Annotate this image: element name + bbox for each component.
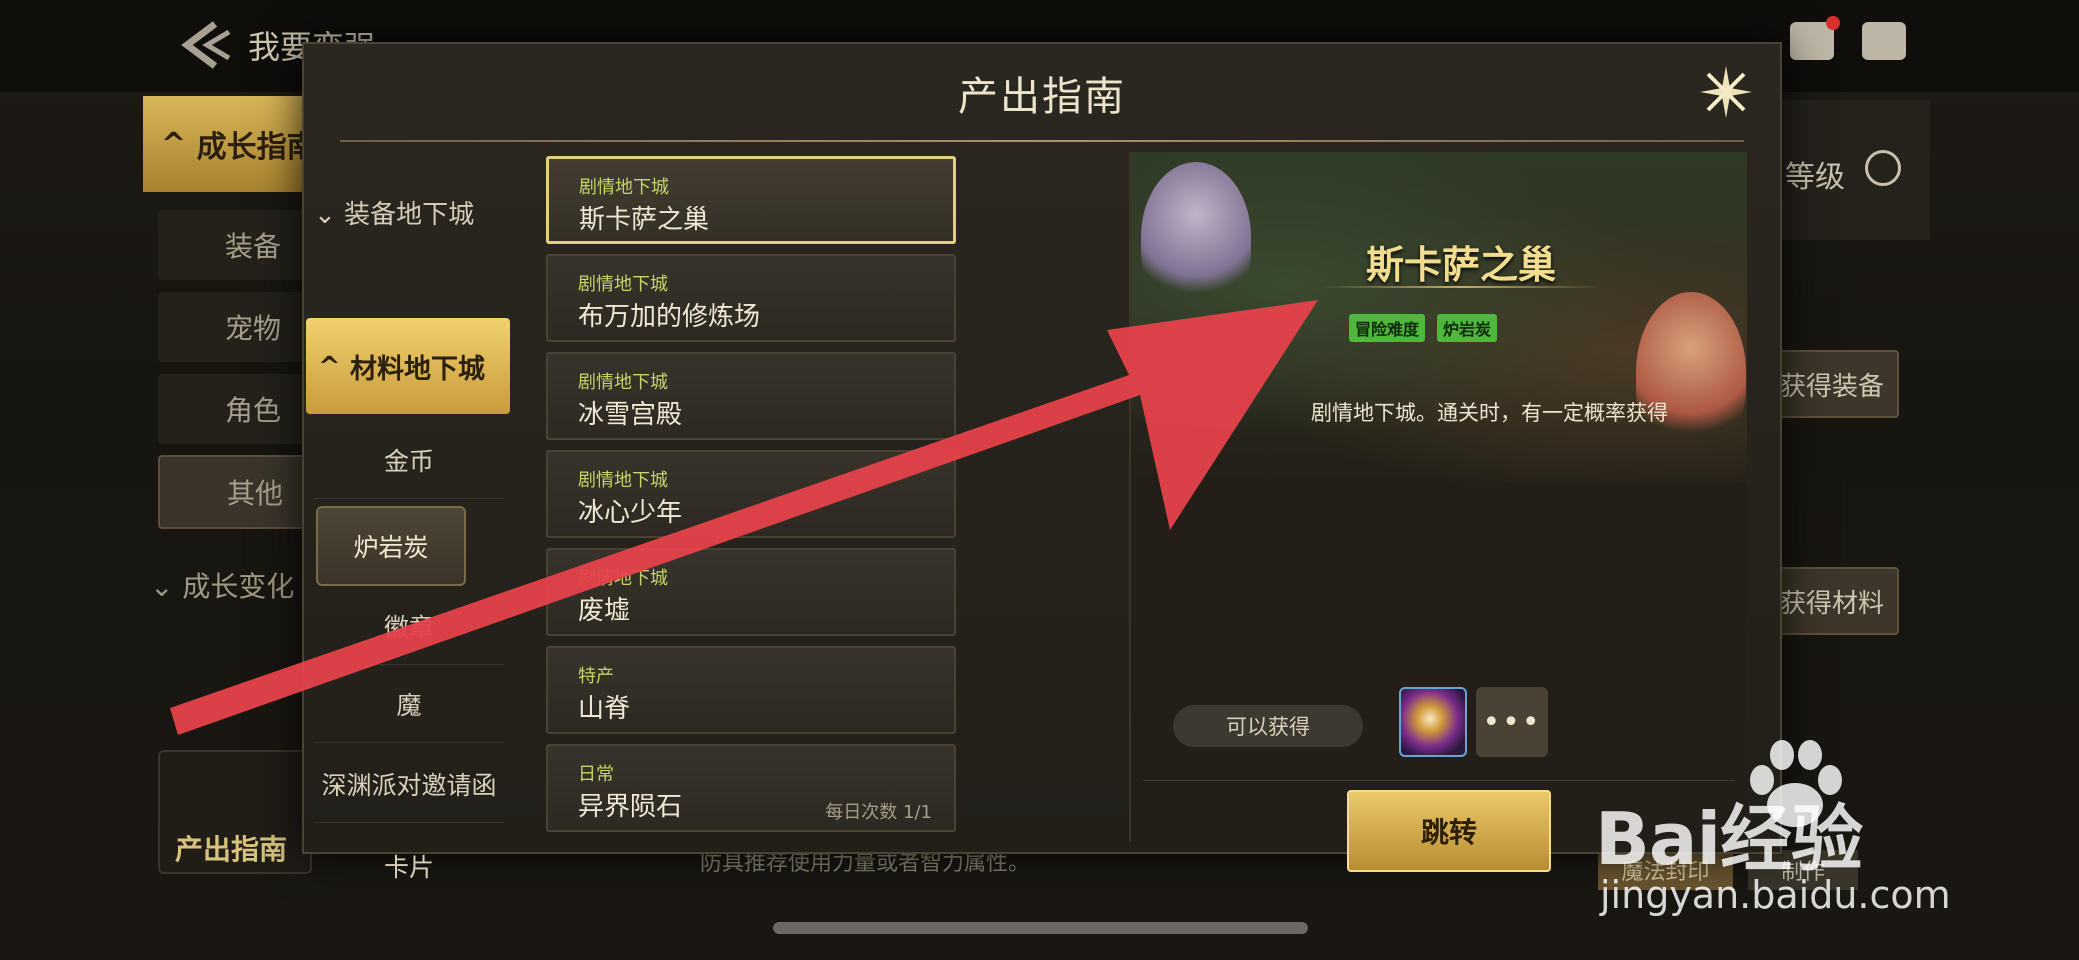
dungeon-type: 剧情地下城 bbox=[578, 470, 668, 491]
mail-icon[interactable] bbox=[1790, 16, 1840, 60]
dungeon-name: 布万加的修炼场 bbox=[578, 302, 761, 332]
back-arrow-icon[interactable] bbox=[175, 18, 235, 72]
chevron-up-icon: ^ bbox=[161, 126, 197, 162]
subcategory-magic[interactable]: 魔 bbox=[314, 666, 504, 743]
jump-button[interactable]: 跳转 bbox=[1347, 790, 1551, 872]
dungeon-detail-panel: 斯卡萨之巢 冒险难度 炉岩炭 剧情地下城。通关时，有一定概率获得 可以获得 ••… bbox=[1129, 152, 1747, 842]
close-icon[interactable] bbox=[1696, 62, 1756, 122]
subcategory-badge[interactable]: 徽章 bbox=[314, 588, 504, 665]
level-label: 等级 bbox=[1785, 160, 1845, 195]
title-divider bbox=[340, 140, 1744, 142]
category-equip-dungeon[interactable]: ⌄ 装备地下城 bbox=[314, 194, 474, 231]
chevron-up-icon: ^ bbox=[318, 350, 351, 382]
dungeon-item[interactable]: 剧情地下城 布万加的修炼场 bbox=[546, 254, 956, 342]
top-right-icons bbox=[1790, 16, 1934, 64]
dungeon-name: 废墟 bbox=[578, 596, 631, 626]
more-rewards-button[interactable]: ••• bbox=[1476, 687, 1548, 757]
dungeon-type: 日常 bbox=[578, 764, 614, 785]
dungeon-name: 冰雪宫殿 bbox=[578, 400, 683, 430]
subcategory-lava-coal[interactable]: 炉岩炭 bbox=[316, 506, 466, 586]
home-indicator[interactable] bbox=[773, 922, 1308, 934]
dungeon-item[interactable]: 日常 异界陨石 每日次数 1/1 bbox=[546, 744, 956, 832]
category-material-dungeon[interactable]: ^ 材料地下城 bbox=[306, 318, 510, 414]
dungeon-list[interactable]: 剧情地下城 斯卡萨之巢 剧情地下城 布万加的修炼场 剧情地下城 冰雪宫殿 剧情地… bbox=[544, 156, 964, 836]
production-guide-modal: 产出指南 ⌄ 装备地下城 ^ 材料地下城 金币 炉岩炭 徽章 魔 深渊派对邀请函… bbox=[302, 42, 1782, 882]
dungeon-item[interactable]: 剧情地下城 斯卡萨之巢 bbox=[546, 156, 956, 244]
dungeon-item[interactable]: 剧情地下城 废墟 bbox=[546, 548, 956, 636]
get-material-button[interactable]: 获得材料 bbox=[1765, 567, 1899, 635]
dungeon-item[interactable]: 剧情地下城 冰雪宫殿 bbox=[546, 352, 956, 440]
material-tag: 炉岩炭 bbox=[1437, 314, 1498, 342]
watermark-site: jingyan.baidu.com bbox=[1600, 873, 1951, 917]
reward-orb-icon[interactable] bbox=[1399, 687, 1467, 757]
name-divider bbox=[1321, 286, 1601, 288]
character-art-left bbox=[1141, 162, 1251, 312]
dungeon-name: 山脊 bbox=[578, 694, 631, 724]
dungeon-description: 剧情地下城。通关时，有一定概率获得 bbox=[1311, 401, 1668, 425]
dungeon-detail-name: 斯卡萨之巢 bbox=[1365, 243, 1556, 287]
dungeon-name: 斯卡萨之巢 bbox=[579, 205, 710, 235]
dungeon-item[interactable]: 剧情地下城 冰心少年 bbox=[546, 450, 956, 538]
dungeon-type: 特产 bbox=[578, 666, 614, 687]
watermark-brand: Bai经验 bbox=[1595, 797, 1863, 881]
dungeon-name: 异界陨石 bbox=[578, 792, 683, 822]
dungeon-item[interactable]: 特产 山脊 bbox=[546, 646, 956, 734]
left-menu-growth-change[interactable]: ⌄ 成长变化 bbox=[150, 565, 294, 605]
dungeon-type: 剧情地下城 bbox=[578, 274, 668, 295]
subcategory-abyss-invitation[interactable]: 深渊派对邀请函 bbox=[314, 746, 504, 823]
get-equipment-button[interactable]: 获得装备 bbox=[1765, 350, 1899, 418]
dungeon-type: 剧情地下城 bbox=[578, 568, 668, 589]
difficulty-tag: 冒险难度 bbox=[1349, 314, 1426, 342]
dungeon-name: 冰心少年 bbox=[578, 498, 683, 528]
daily-count: 每日次数 1/1 bbox=[825, 802, 932, 823]
chevron-down-icon: ⌄ bbox=[314, 200, 345, 230]
dungeon-type: 剧情地下城 bbox=[578, 372, 668, 393]
character-art-right bbox=[1636, 292, 1746, 452]
subcategory-gold[interactable]: 金币 bbox=[314, 422, 504, 499]
guide-shortcut-label: 产出指南 bbox=[175, 833, 288, 866]
subcategory-card[interactable]: 卡片 bbox=[314, 828, 504, 904]
category-column: ⌄ 装备地下城 ^ 材料地下城 金币 炉岩炭 徽章 魔 深渊派对邀请函 卡片 bbox=[304, 144, 524, 882]
obtain-label: 可以获得 bbox=[1173, 705, 1363, 747]
dungeon-type: 剧情地下城 bbox=[579, 177, 669, 198]
chevron-down-icon: ⌄ bbox=[150, 570, 183, 603]
modal-title: 产出指南 bbox=[958, 74, 1126, 120]
swap-icon[interactable] bbox=[1865, 150, 1901, 186]
chat-icon[interactable] bbox=[1862, 22, 1906, 60]
